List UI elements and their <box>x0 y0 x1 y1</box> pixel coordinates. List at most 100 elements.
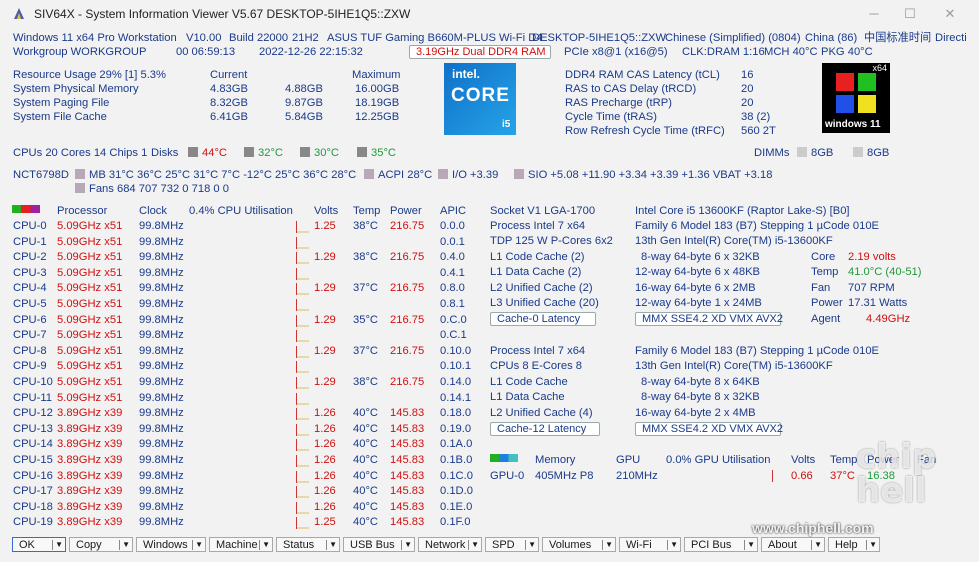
sio-icon <box>514 169 524 179</box>
cpu-bus-clock: 99.8MHz <box>139 422 184 435</box>
button-separator <box>52 540 53 550</box>
status-button[interactable]: Status ▼ <box>276 537 340 552</box>
windows-button[interactable]: Windows ▼ <box>136 537 206 552</box>
copy-button[interactable]: Copy ▼ <box>69 537 133 552</box>
cpu-name: CPU-13 <box>13 422 53 435</box>
dropdown-arrow-icon[interactable]: ▼ <box>195 538 203 552</box>
disk-temp: 35°C <box>371 147 396 159</box>
ecore-left: CPUs 8 E-Cores 8 <box>490 360 583 372</box>
stat-label: Temp <box>811 266 839 278</box>
dropdown-arrow-icon[interactable]: ▼ <box>55 538 63 552</box>
button-label: Help <box>835 539 858 551</box>
dropdown-arrow-icon[interactable]: ▼ <box>605 538 613 552</box>
mb-icon <box>75 169 85 179</box>
stat-label: Fan <box>811 282 831 294</box>
wi-fi-button[interactable]: Wi-Fi ▼ <box>619 537 681 552</box>
cpu-volts: 1.25 <box>314 516 336 529</box>
cpu-util-bar <box>297 496 309 499</box>
fan-speeds: Fans 684 707 732 0 718 0 0 <box>89 183 229 195</box>
col-power: Power <box>390 205 422 217</box>
resource-label: System Physical Memory <box>13 83 139 95</box>
win-tile-yellow <box>858 95 876 113</box>
cpu-bus-clock: 99.8MHz <box>139 266 184 279</box>
app-icon <box>14 8 24 19</box>
intel-brand: intel. <box>452 67 481 81</box>
cpu-name: CPU-3 <box>13 266 47 279</box>
cpu-name: CPU-4 <box>13 282 47 295</box>
cache-0-latency-button[interactable]: Cache-0 Latency <box>490 312 596 326</box>
cpu-temp: 40°C <box>353 422 378 435</box>
dropdown-arrow-icon[interactable]: ▼ <box>747 538 755 552</box>
help-button[interactable]: Help ▼ <box>828 537 880 552</box>
dropdown-arrow-icon[interactable]: ▼ <box>670 538 678 552</box>
dropdown-arrow-icon[interactable]: ▼ <box>262 538 270 552</box>
dropdown-arrow-icon[interactable]: ▼ <box>528 538 536 552</box>
disk-icon <box>357 147 367 157</box>
sensor-chip: NCT6798D <box>13 169 69 181</box>
pcore-features[interactable]: MMX SSE4.2 XD VMX AVX2 <box>635 312 783 326</box>
pcore-left: L3 Unified Cache (20) <box>490 297 599 309</box>
datetime: 2022-12-26 22:15:32 <box>259 46 363 58</box>
win-x64-label: x64 <box>872 63 887 73</box>
minimize-button[interactable]: ─ <box>856 4 892 24</box>
pci-bus-button[interactable]: PCI Bus ▼ <box>684 537 758 552</box>
cpu-name: CPU-10 <box>13 376 53 388</box>
cache-12-latency-button[interactable]: Cache-12 Latency <box>490 422 600 436</box>
about-button[interactable]: About ▼ <box>761 537 825 552</box>
pcore-right: 12-way 64-byte 6 x 48KB <box>635 266 760 278</box>
network-button[interactable]: Network ▼ <box>418 537 482 552</box>
cpu-volts: 1.26 <box>314 469 336 482</box>
ecore-features[interactable]: MMX SSE4.2 XD VMX AVX2 <box>635 422 783 436</box>
cpu-bus-clock: 99.8MHz <box>139 344 184 357</box>
ram-speed-badge[interactable]: 3.19GHz Dual DDR4 RAM <box>409 45 551 59</box>
button-label: SPD <box>492 539 515 551</box>
pcore-left: L1 Data Cache (2) <box>490 266 582 278</box>
cpu-volts: 1.29 <box>314 344 336 357</box>
spd-button[interactable]: SPD ▼ <box>485 537 539 552</box>
win-tile-green <box>858 73 876 91</box>
cpu-volts: 1.26 <box>314 407 336 420</box>
pcore-right: Family 6 Model 183 (B7) Stepping 1 µCode… <box>635 220 880 232</box>
cpu-name: CPU-18 <box>13 500 53 513</box>
cpu-volts: 1.29 <box>314 376 336 388</box>
machine-button[interactable]: Machine ▼ <box>209 537 273 552</box>
dropdown-arrow-icon[interactable]: ▼ <box>329 538 337 552</box>
usb-bus-button[interactable]: USB Bus ▼ <box>343 537 415 552</box>
cpu-bus-clock: 99.8MHz <box>139 454 184 466</box>
pcore-left: TDP 125 W P-Cores 6x2 <box>490 235 613 247</box>
cpu-bus-clock: 99.8MHz <box>139 391 184 404</box>
cpu-apic: 0.C.1 <box>440 329 467 342</box>
cpu-apic: 0.1F.0 <box>440 516 471 529</box>
ok-button[interactable]: OK ▼ <box>12 537 66 552</box>
cpu-apic: 0.4.0 <box>440 251 465 264</box>
close-button[interactable]: ✕ <box>932 4 968 24</box>
dropdown-arrow-icon[interactable]: ▼ <box>814 538 822 552</box>
cpu-name: CPU-5 <box>13 298 47 310</box>
cpu-frequency: 5.09GHz x51 <box>57 220 123 232</box>
dimm-size: 8GB <box>811 147 834 159</box>
machine-name: DESKTOP-5IHE1Q5::ZXW <box>532 32 667 44</box>
cpu-name: CPU-7 <box>13 329 47 342</box>
dropdown-arrow-icon[interactable]: ▼ <box>869 538 877 552</box>
dropdown-arrow-icon[interactable]: ▼ <box>471 538 479 552</box>
button-separator <box>866 540 867 550</box>
button-separator <box>468 540 469 550</box>
volumes-button[interactable]: Volumes ▼ <box>542 537 616 552</box>
acpi-icon <box>364 169 374 179</box>
win-tile-blue <box>836 95 854 113</box>
gpu-name: GPU-0 <box>490 470 525 482</box>
cpu-bus-clock: 99.8MHz <box>139 282 184 295</box>
cpu-power: 145.83 <box>390 516 425 529</box>
cpu-power: 145.83 <box>390 485 425 498</box>
cpu-util-bar <box>297 387 309 389</box>
maximize-button[interactable]: ☐ <box>892 4 928 24</box>
cpu-temp: 40°C <box>353 407 378 420</box>
dropdown-arrow-icon[interactable]: ▼ <box>404 538 412 552</box>
timing-value: 38 (2) <box>741 111 771 123</box>
cpu-bus-clock: 99.8MHz <box>139 298 184 310</box>
gpu-legend-icon <box>490 454 518 462</box>
disk-temp: 30°C <box>314 147 339 159</box>
dropdown-arrow-icon[interactable]: ▼ <box>122 538 130 552</box>
cpu-bus-clock: 99.8MHz <box>139 360 184 373</box>
cpu-frequency: 5.09GHz x51 <box>57 313 123 326</box>
